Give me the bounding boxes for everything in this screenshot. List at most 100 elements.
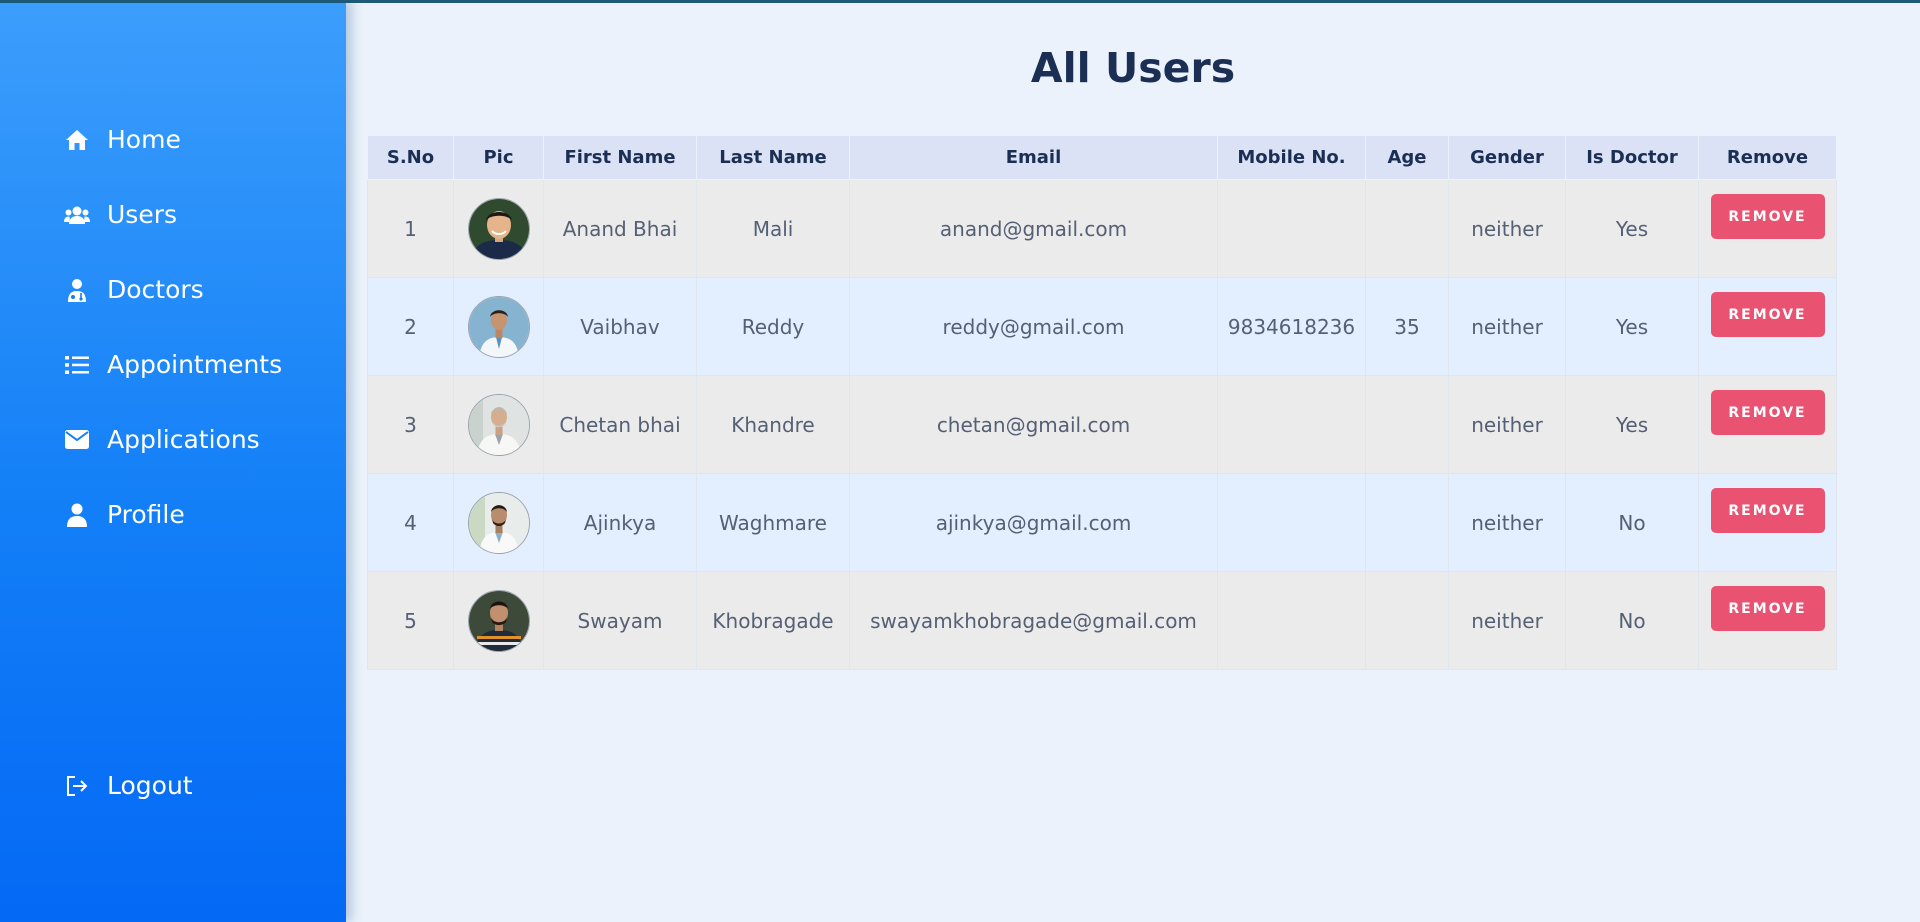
remove-button[interactable]: REMOVE — [1710, 292, 1825, 337]
column-header: First Name — [543, 135, 697, 180]
logout-label: Logout — [107, 771, 193, 800]
email-cell: swayamkhobragade@gmail.com — [849, 571, 1218, 670]
remove-cell: REMOVE — [1698, 375, 1837, 474]
sidebar-item-label: Users — [107, 200, 178, 229]
table-row: 5 Swayam Khobragade swayamkhobragade@gma… — [367, 571, 1837, 670]
last-name-cell: Reddy — [696, 277, 850, 376]
age-cell: 35 — [1365, 277, 1449, 376]
avatar — [467, 295, 530, 358]
column-header: Mobile No. — [1217, 135, 1366, 180]
remove-button[interactable]: REMOVE — [1710, 194, 1825, 239]
gender-cell: neither — [1448, 277, 1566, 376]
email-cell: reddy@gmail.com — [849, 277, 1218, 376]
last-name-cell: Khandre — [696, 375, 850, 474]
gender-cell: neither — [1448, 571, 1566, 670]
sidebar-item-home[interactable]: Home — [0, 102, 346, 177]
age-cell — [1365, 571, 1449, 670]
last-name-cell: Khobragade — [696, 571, 850, 670]
remove-cell: REMOVE — [1698, 571, 1837, 670]
last-name-cell: Waghmare — [696, 473, 850, 572]
pic-cell — [453, 473, 544, 572]
mobile-cell — [1217, 571, 1366, 670]
first-name-cell: Swayam — [543, 571, 697, 670]
page-title: All Users — [1030, 44, 1236, 92]
mobile-cell: 9834618236 — [1217, 277, 1366, 376]
pic-cell — [453, 375, 544, 474]
age-cell — [1365, 473, 1449, 572]
sidebar-item-appointments[interactable]: Appointments — [0, 327, 346, 402]
column-header: S.No — [367, 135, 454, 180]
column-header: Last Name — [696, 135, 850, 180]
envelope-icon — [63, 426, 91, 454]
remove-button[interactable]: REMOVE — [1710, 390, 1825, 435]
top-accent-line — [0, 0, 1920, 3]
sidebar-item-doctors[interactable]: Doctors — [0, 252, 346, 327]
email-cell: chetan@gmail.com — [849, 375, 1218, 474]
table-row: 2 Vaibhav Reddy reddy@gmail.com 98346182… — [367, 277, 1837, 376]
column-header: Is Doctor — [1565, 135, 1699, 180]
list-icon — [63, 351, 91, 379]
mobile-cell — [1217, 179, 1366, 278]
logout-icon — [63, 772, 91, 800]
sidebar-nav: Home Users Doctors Appointments Applicat… — [0, 102, 346, 552]
pic-cell — [453, 277, 544, 376]
sidebar-item-label: Applications — [107, 425, 260, 454]
column-header: Gender — [1448, 135, 1566, 180]
avatar — [467, 589, 530, 652]
avatar — [467, 197, 530, 260]
remove-button[interactable]: REMOVE — [1710, 488, 1825, 533]
sidebar-item-applications[interactable]: Applications — [0, 402, 346, 477]
sidebar: Home Users Doctors Appointments Applicat… — [0, 0, 346, 922]
sno-cell: 1 — [367, 179, 454, 278]
gender-cell: neither — [1448, 375, 1566, 474]
is-doctor-cell: Yes — [1565, 179, 1699, 278]
sidebar-item-label: Home — [107, 125, 181, 154]
logout-area: Logout — [0, 748, 346, 823]
sno-cell: 2 — [367, 277, 454, 376]
sno-cell: 3 — [367, 375, 454, 474]
sidebar-item-label: Profile — [107, 500, 185, 529]
pic-cell — [453, 571, 544, 670]
sno-cell: 4 — [367, 473, 454, 572]
sidebar-item-label: Doctors — [107, 275, 204, 304]
first-name-cell: Chetan bhai — [543, 375, 697, 474]
email-cell: ajinkya@gmail.com — [849, 473, 1218, 572]
sidebar-item-profile[interactable]: Profile — [0, 477, 346, 552]
avatar — [467, 491, 530, 554]
column-header: Pic — [453, 135, 544, 180]
users-table: S.No Pic First Name Last Name Email Mobi… — [367, 135, 1837, 670]
avatar — [467, 393, 530, 456]
remove-button[interactable]: REMOVE — [1710, 586, 1825, 631]
mobile-cell — [1217, 473, 1366, 572]
logout-button[interactable]: Logout — [0, 748, 346, 823]
first-name-cell: Ajinkya — [543, 473, 697, 572]
remove-cell: REMOVE — [1698, 179, 1837, 278]
table-row: 1 Anand Bhai Mali anand@gmail.com neithe… — [367, 179, 1837, 278]
sidebar-item-users[interactable]: Users — [0, 177, 346, 252]
column-header: Age — [1365, 135, 1449, 180]
remove-cell: REMOVE — [1698, 473, 1837, 572]
gender-cell: neither — [1448, 179, 1566, 278]
table-row: 3 Chetan bhai Khandre chetan@gmail.com n… — [367, 375, 1837, 474]
main-content: All Users S.No Pic First Name Last Name … — [346, 0, 1920, 922]
home-icon — [63, 126, 91, 154]
is-doctor-cell: Yes — [1565, 375, 1699, 474]
first-name-cell: Anand Bhai — [543, 179, 697, 278]
users-icon — [63, 201, 91, 229]
email-cell: anand@gmail.com — [849, 179, 1218, 278]
age-cell — [1365, 179, 1449, 278]
user-icon — [63, 501, 91, 529]
is-doctor-cell: Yes — [1565, 277, 1699, 376]
pic-cell — [453, 179, 544, 278]
is-doctor-cell: No — [1565, 571, 1699, 670]
sidebar-item-label: Appointments — [107, 350, 283, 379]
table-row: 4 Ajinkya Waghmare ajinkya@gmail.com nei… — [367, 473, 1837, 572]
doctor-icon — [63, 276, 91, 304]
column-header: Email — [849, 135, 1218, 180]
last-name-cell: Mali — [696, 179, 850, 278]
gender-cell: neither — [1448, 473, 1566, 572]
first-name-cell: Vaibhav — [543, 277, 697, 376]
table-header-row: S.No Pic First Name Last Name Email Mobi… — [367, 135, 1837, 180]
mobile-cell — [1217, 375, 1366, 474]
age-cell — [1365, 375, 1449, 474]
